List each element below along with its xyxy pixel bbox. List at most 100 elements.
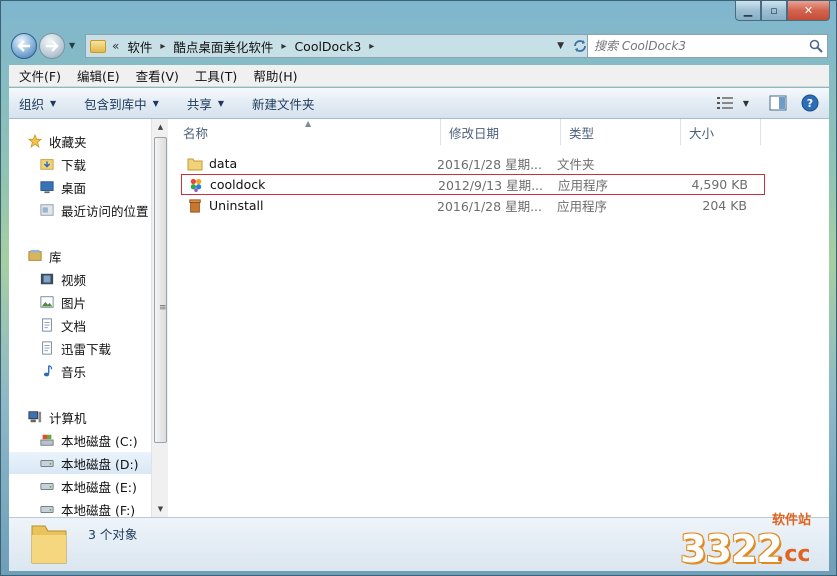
nav-item-recent[interactable]: 最近访问的位置 bbox=[9, 199, 151, 221]
disk-drive-icon bbox=[40, 459, 54, 467]
file-size: 204 KB bbox=[702, 198, 747, 213]
sort-ascending-icon: ▲ bbox=[305, 119, 312, 128]
breadcrumb-cooldock3[interactable]: CoolDock3 bbox=[294, 39, 361, 54]
nav-item-videos[interactable]: 视频 bbox=[9, 268, 151, 290]
maximize-button[interactable]: ▫ bbox=[761, 1, 787, 21]
file-row-data[interactable]: data 2016/1/28 星期... 文件夹 bbox=[181, 153, 765, 174]
share-button[interactable]: 共享 ▼ bbox=[187, 94, 224, 113]
search-icon[interactable] bbox=[805, 39, 827, 53]
navigation-scrollbar[interactable]: ▲ ≡ ▼ bbox=[151, 119, 168, 517]
column-size[interactable]: 大小 bbox=[681, 119, 761, 145]
share-label: 共享 bbox=[186, 96, 212, 112]
uninstall-icon bbox=[189, 198, 201, 213]
scroll-up-arrow[interactable]: ▲ bbox=[152, 119, 169, 135]
desktop-icon bbox=[40, 181, 54, 194]
nav-computer[interactable]: 计算机 bbox=[9, 406, 151, 428]
nav-item-xunlei-downloads[interactable]: 迅雷下载 bbox=[9, 337, 151, 359]
breadcrumb-software[interactable]: 软件 bbox=[127, 37, 152, 56]
search-input[interactable] bbox=[588, 39, 805, 53]
breadcrumb-separator[interactable]: ▸ bbox=[369, 41, 374, 52]
menu-file[interactable]: 文件(F) bbox=[11, 66, 69, 85]
file-type: 文件夹 bbox=[557, 157, 595, 172]
nav-item-label: 视频 bbox=[61, 272, 87, 288]
nav-item-music[interactable]: 音乐 bbox=[9, 360, 151, 382]
nav-item-label: 桌面 bbox=[61, 180, 87, 196]
file-type: 应用程序 bbox=[558, 178, 609, 193]
nav-item-pictures[interactable]: 图片 bbox=[9, 291, 151, 313]
details-view-icon bbox=[716, 97, 733, 109]
site-watermark: 软件站 3322 .cc bbox=[680, 509, 830, 571]
chevron-down-icon: ▼ bbox=[742, 98, 749, 108]
file-date: 2016/1/28 星期... bbox=[437, 157, 542, 172]
address-bar[interactable]: « 软件 ▸ 酷点桌面美化软件 ▸ CoolDock3 ▸ ▼ bbox=[85, 34, 593, 58]
svg-text:?: ? bbox=[807, 97, 813, 110]
folder-icon bbox=[31, 525, 67, 564]
nav-item-label: 最近访问的位置 bbox=[61, 203, 149, 219]
breadcrumb-overflow[interactable]: « bbox=[112, 39, 119, 53]
recent-pages-dropdown[interactable]: ▼ bbox=[69, 41, 75, 50]
chevron-down-icon: ▼ bbox=[152, 98, 159, 108]
help-icon[interactable]: ? bbox=[801, 94, 819, 112]
watermark-suffix: .cc bbox=[776, 542, 811, 567]
back-arrow-icon bbox=[17, 40, 30, 52]
nav-item-drive-d[interactable]: 本地磁盘 (D:) bbox=[9, 452, 151, 474]
menu-edit[interactable]: 编辑(E) bbox=[69, 66, 128, 85]
refresh-icon[interactable] bbox=[572, 38, 588, 54]
file-list: ▲ 名称 修改日期 类型 大小 data 2016/1/28 星期... 文件夹 bbox=[175, 119, 829, 517]
downloads-folder-icon bbox=[40, 159, 54, 170]
back-button[interactable] bbox=[11, 33, 37, 59]
nav-item-desktop[interactable]: 桌面 bbox=[9, 176, 151, 198]
disk-drive-icon bbox=[40, 482, 54, 490]
breadcrumb-separator[interactable]: ▸ bbox=[281, 41, 286, 52]
view-controls: ▼ ? bbox=[716, 94, 819, 112]
nav-item-label: 本地磁盘 (E:) bbox=[61, 479, 137, 495]
column-type[interactable]: 类型 bbox=[561, 119, 681, 145]
nav-item-label: 下载 bbox=[61, 157, 87, 173]
address-history-dropdown[interactable]: ▼ bbox=[557, 41, 564, 51]
minimize-button[interactable]: ▁ bbox=[735, 1, 761, 21]
caption-buttons: ▁ ▫ ✕ bbox=[735, 1, 830, 21]
folder-icon bbox=[90, 39, 106, 53]
nav-libraries[interactable]: 库 bbox=[9, 245, 151, 267]
nav-item-drive-c[interactable]: 本地磁盘 (C:) bbox=[9, 429, 151, 451]
nav-item-drive-e[interactable]: 本地磁盘 (E:) bbox=[9, 475, 151, 497]
scroll-down-arrow[interactable]: ▼ bbox=[152, 501, 169, 517]
file-row-uninstall[interactable]: Uninstall 2016/1/28 星期... 应用程序 204 KB bbox=[181, 195, 765, 216]
close-button[interactable]: ✕ bbox=[787, 1, 830, 21]
library-icon bbox=[28, 249, 42, 261]
nav-item-documents[interactable]: 文档 bbox=[9, 314, 151, 336]
breadcrumb-cooldesk[interactable]: 酷点桌面美化软件 bbox=[173, 37, 273, 56]
search-box[interactable] bbox=[587, 34, 828, 58]
video-icon bbox=[40, 273, 54, 285]
folder-icon bbox=[187, 158, 203, 170]
chevron-down-icon: ▼ bbox=[50, 98, 57, 108]
nav-item-drive-f[interactable]: 本地磁盘 (F:) bbox=[9, 498, 151, 517]
preview-pane-icon[interactable] bbox=[769, 95, 787, 111]
nav-item-label: 文档 bbox=[61, 318, 87, 334]
breadcrumb-separator[interactable]: ▸ bbox=[160, 41, 165, 52]
column-headers: ▲ 名称 修改日期 类型 大小 bbox=[175, 119, 775, 145]
organize-button[interactable]: 组织 ▼ bbox=[19, 94, 56, 113]
new-folder-button[interactable]: 新建文件夹 bbox=[252, 94, 315, 113]
menu-view[interactable]: 查看(V) bbox=[128, 66, 187, 85]
menu-help[interactable]: 帮助(H) bbox=[245, 66, 305, 85]
menu-tools[interactable]: 工具(T) bbox=[187, 66, 245, 85]
column-date[interactable]: 修改日期 bbox=[441, 119, 561, 145]
grip-icon: ≡ bbox=[159, 303, 167, 313]
include-library-button[interactable]: 包含到库中 ▼ bbox=[84, 94, 159, 113]
nav-item-label: 本地磁盘 (C:) bbox=[61, 433, 138, 449]
forward-button[interactable] bbox=[39, 33, 65, 59]
nav-item-downloads[interactable]: 下载 bbox=[9, 153, 151, 175]
file-name: cooldock bbox=[210, 177, 266, 192]
file-name: Uninstall bbox=[209, 198, 264, 213]
nav-item-label: 本地磁盘 (D:) bbox=[61, 456, 139, 472]
nav-item-label: 音乐 bbox=[61, 364, 87, 380]
view-options-button[interactable]: ▼ bbox=[716, 96, 749, 110]
menu-bar: 文件(F) 编辑(E) 查看(V) 工具(T) 帮助(H) bbox=[9, 65, 829, 87]
nav-favorites[interactable]: 收藏夹 bbox=[9, 130, 151, 152]
computer-icon bbox=[28, 411, 42, 423]
scroll-thumb[interactable]: ≡ bbox=[154, 137, 167, 443]
file-row-cooldock[interactable]: cooldock 2012/9/13 星期... 应用程序 4,590 KB bbox=[181, 174, 765, 195]
organize-label: 组织 bbox=[19, 96, 45, 112]
status-item-count: 3 个对象 bbox=[88, 527, 138, 542]
